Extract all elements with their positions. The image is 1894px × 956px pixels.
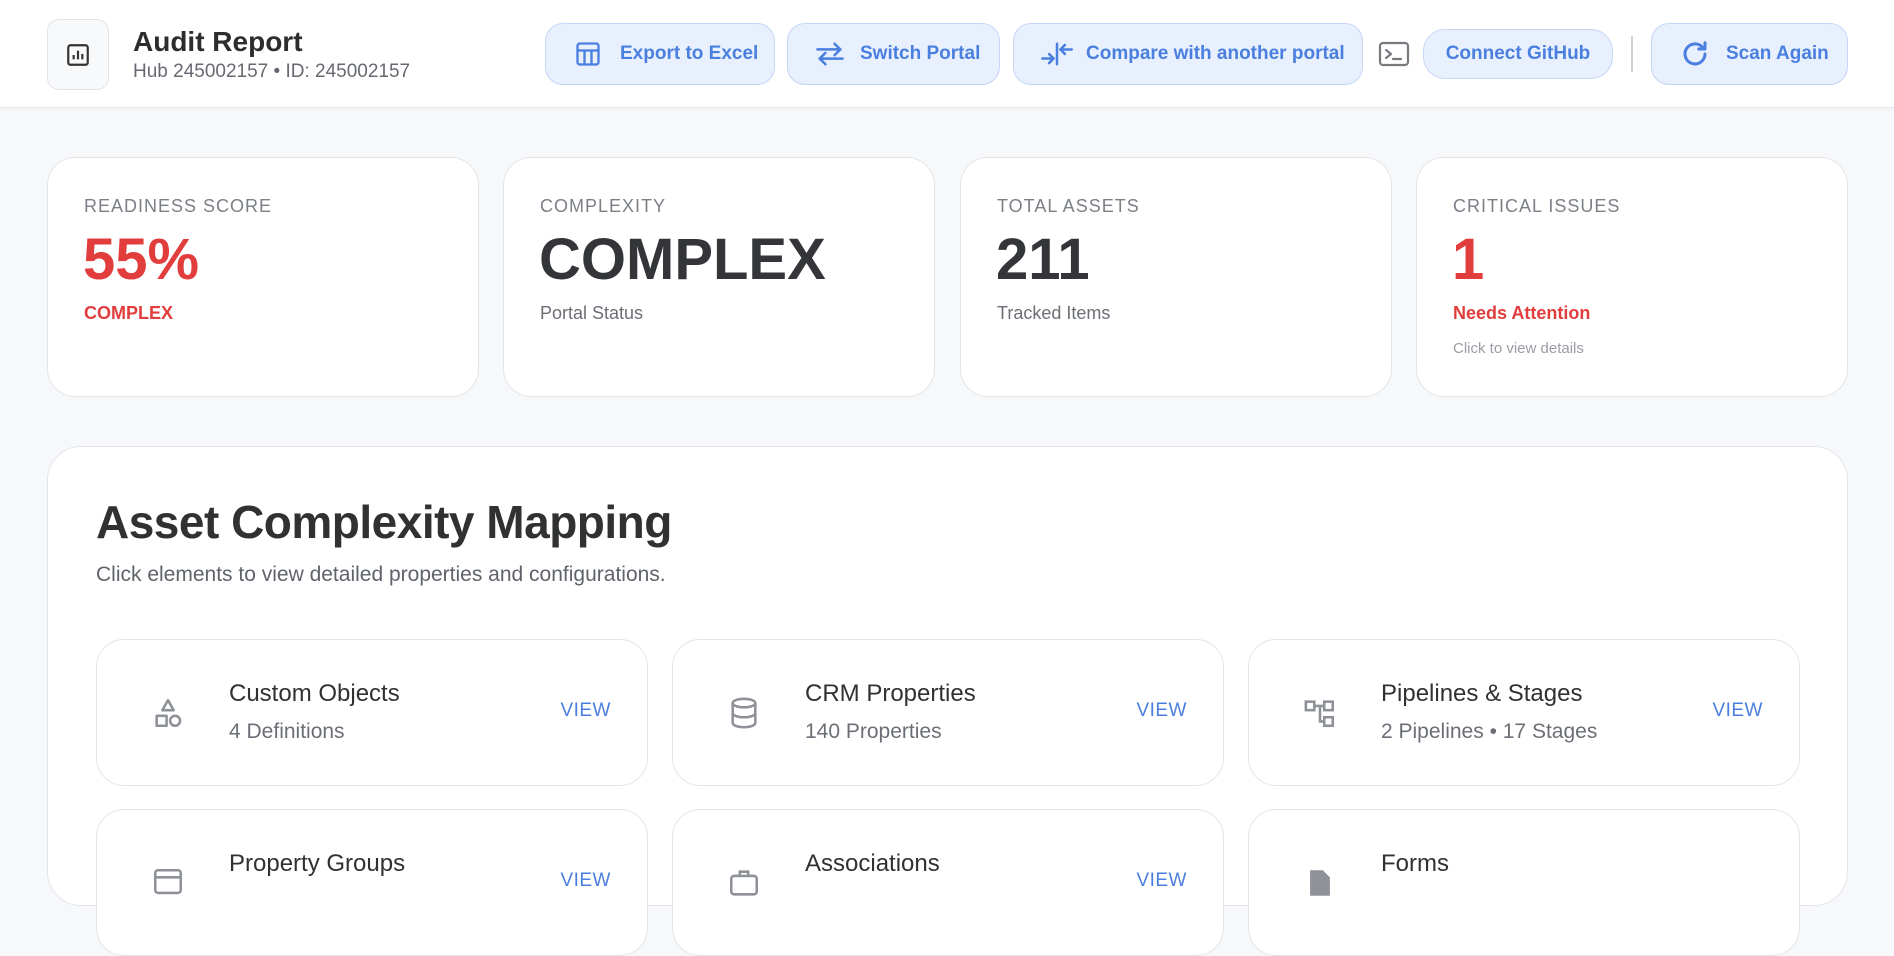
- view-link[interactable]: VIEW: [560, 700, 611, 722]
- tile-associations[interactable]: Associations VIEW: [672, 809, 1224, 956]
- stat-value: 1: [1452, 227, 1485, 292]
- tile-title: Custom Objects: [229, 680, 400, 707]
- scan-button-label: Scan Again: [1726, 43, 1829, 64]
- stat-label: READINESS SCORE: [84, 196, 273, 216]
- tile-count: 4 Definitions: [229, 720, 345, 743]
- tile-forms[interactable]: Forms: [1248, 809, 1800, 956]
- shapes-icon: [155, 698, 182, 728]
- top-header: Audit Report Hub 245002157 • ID: 2450021…: [0, 0, 1894, 108]
- stat-hint: Click to view details: [1453, 340, 1584, 357]
- stat-value: 211: [996, 227, 1090, 292]
- stat-sub: Portal Status: [540, 303, 644, 323]
- stat-label: COMPLEXITY: [540, 196, 667, 216]
- database-icon: [731, 697, 757, 729]
- export-button-label: Export to Excel: [620, 43, 759, 64]
- section-title: Asset Complexity Mapping: [96, 496, 672, 548]
- stat-label: CRITICAL ISSUES: [1453, 196, 1621, 216]
- swap-arrows-icon: [816, 42, 844, 66]
- page-title: Audit Report: [133, 26, 303, 57]
- critical-issues-card[interactable]: CRITICAL ISSUES 1 Needs Attention Click …: [1416, 157, 1848, 397]
- stat-label: TOTAL ASSETS: [997, 196, 1140, 216]
- export-to-excel-button[interactable]: Export to Excel: [545, 23, 775, 85]
- stat-sub: COMPLEX: [84, 303, 174, 323]
- compare-portal-button[interactable]: Compare with another portal: [1013, 23, 1363, 85]
- compare-button-label: Compare with another portal: [1086, 43, 1345, 64]
- github-button-label: Connect GitHub: [1445, 43, 1591, 64]
- section-description: Click elements to view detailed properti…: [96, 563, 666, 586]
- tile-title: CRM Properties: [805, 680, 976, 707]
- asset-mapping-panel: Asset Complexity Mapping Click elements …: [47, 446, 1848, 956]
- terminal-icon[interactable]: [1378, 40, 1410, 68]
- tile-property-groups[interactable]: Property Groups VIEW: [96, 809, 648, 956]
- complexity-card: COMPLEXITY COMPLEX Portal Status: [503, 157, 935, 397]
- switch-button-label: Switch Portal: [860, 43, 981, 64]
- total-assets-card: TOTAL ASSETS 211 Tracked Items: [960, 157, 1392, 397]
- tile-title: Pipelines & Stages: [1381, 680, 1583, 707]
- view-link[interactable]: VIEW: [560, 870, 611, 892]
- chart-icon: [47, 19, 109, 90]
- view-link[interactable]: VIEW: [1712, 700, 1763, 722]
- stat-sub: Tracked Items: [997, 303, 1111, 323]
- file-icon: [1310, 870, 1330, 896]
- switch-portal-button[interactable]: Switch Portal: [787, 23, 1000, 85]
- workflow-icon: [1304, 700, 1335, 728]
- stat-value: 55%: [83, 227, 200, 292]
- readiness-score-card: READINESS SCORE 55% COMPLEX: [47, 157, 479, 397]
- stat-sub: Needs Attention: [1453, 303, 1591, 323]
- header-divider: [1631, 36, 1633, 72]
- table-icon: [576, 42, 600, 66]
- tile-custom-objects[interactable]: Custom Objects 4 Definitions VIEW: [96, 639, 648, 786]
- tile-pipelines-stages[interactable]: Pipelines & Stages 2 Pipelines • 17 Stag…: [1248, 639, 1800, 786]
- view-link[interactable]: VIEW: [1136, 870, 1187, 892]
- connect-github-button[interactable]: Connect GitHub: [1423, 29, 1613, 79]
- tile-count: 140 Properties: [805, 720, 942, 743]
- tile-title: Associations: [805, 850, 940, 877]
- hub-id-subtitle: Hub 245002157 • ID: 245002157: [133, 61, 411, 82]
- refresh-icon: [1683, 41, 1707, 66]
- briefcase-icon: [729, 870, 759, 896]
- tile-title: Forms: [1381, 850, 1449, 877]
- folder-icon: [153, 868, 183, 895]
- tile-title: Property Groups: [229, 850, 406, 877]
- compare-arrows-icon: [1041, 42, 1073, 66]
- stat-value: COMPLEX: [539, 227, 826, 292]
- view-link[interactable]: VIEW: [1136, 700, 1187, 722]
- tile-crm-properties[interactable]: CRM Properties 140 Properties VIEW: [672, 639, 1224, 786]
- tile-count: 2 Pipelines • 17 Stages: [1381, 720, 1598, 743]
- scan-again-button[interactable]: Scan Again: [1651, 23, 1848, 85]
